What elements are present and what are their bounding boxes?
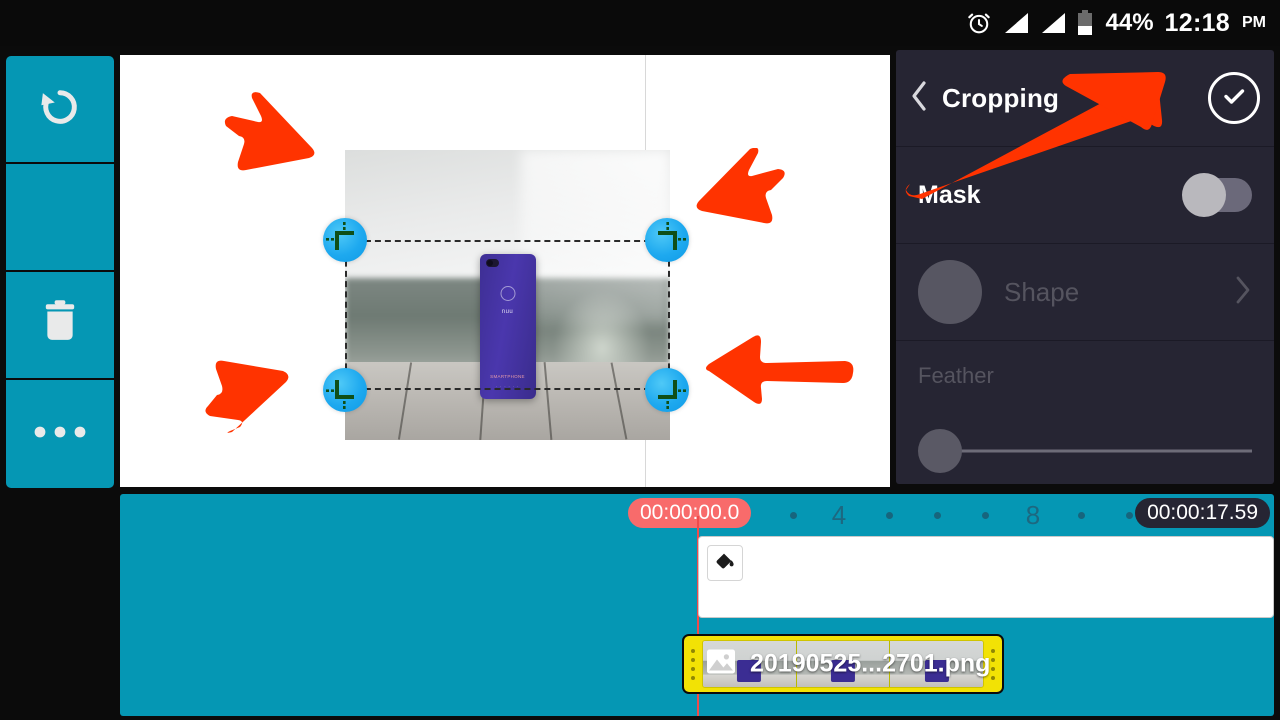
- mask-row[interactable]: Mask: [896, 147, 1274, 244]
- check-circle-icon: [1219, 81, 1249, 116]
- crop-selection-rectangle[interactable]: [345, 240, 670, 390]
- signal-bars-icon: [1040, 12, 1066, 34]
- shape-row[interactable]: Shape: [896, 244, 1274, 341]
- battery-percent: 44%: [1105, 9, 1154, 36]
- tool-rail-group-primary: [6, 56, 114, 488]
- undo-icon: [34, 81, 86, 138]
- total-time-badge: 00:00:17.59: [1135, 498, 1270, 528]
- clip-thumbnails: [702, 640, 984, 688]
- delete-button[interactable]: [6, 272, 114, 380]
- more-button[interactable]: [6, 380, 114, 488]
- crop-handle-top-right[interactable]: [645, 218, 689, 262]
- status-bar: 44% 12:18 PM: [0, 0, 1280, 46]
- timeline: 4 8 00:00:00.0 00:00:17.59 20190525...27…: [0, 490, 1280, 720]
- back-button[interactable]: [896, 80, 942, 117]
- mask-toggle[interactable]: [1182, 173, 1252, 217]
- cropping-panel: Cropping Mask Shape Feather: [896, 50, 1274, 484]
- app-root: 44% 12:18 PM nuu SMARTPHONE · · · · · · …: [0, 0, 1280, 720]
- chevron-right-icon: [1234, 275, 1252, 310]
- alarm-clock-icon: [966, 10, 992, 36]
- ruler-tick-label: 4: [831, 500, 847, 530]
- feather-label: Feather: [918, 363, 994, 388]
- mask-label: Mask: [918, 180, 981, 209]
- undo-button[interactable]: [6, 56, 114, 164]
- confirm-button[interactable]: [1208, 72, 1260, 124]
- paint-bucket-icon: [713, 549, 737, 578]
- signal-bars-icon: [1003, 12, 1029, 34]
- crop-handle-bottom-right[interactable]: [645, 368, 689, 412]
- shape-label: Shape: [1004, 276, 1080, 307]
- clock-meridiem: PM: [1242, 14, 1266, 31]
- more-horizontal-icon: [33, 425, 87, 444]
- page-title: Cropping: [942, 82, 1060, 113]
- clock-time: 12:18: [1164, 8, 1230, 37]
- timeline-clip[interactable]: 20190525...2701.png: [682, 634, 1004, 694]
- panel-header: Cropping: [896, 50, 1274, 147]
- shape-preview-circle: [918, 260, 982, 324]
- clip-handle-right[interactable]: [984, 636, 1002, 692]
- battery-icon: [1077, 10, 1093, 36]
- crop-handle-top-left[interactable]: [323, 218, 367, 262]
- feather-slider[interactable]: [918, 429, 1252, 473]
- preview-canvas[interactable]: nuu SMARTPHONE · · · · · ·: [120, 55, 890, 487]
- trash-icon: [37, 298, 83, 353]
- ruler-tick-label: 8: [1025, 500, 1041, 530]
- fill-color-button[interactable]: [707, 545, 743, 581]
- empty-slot[interactable]: [6, 164, 114, 272]
- feather-section: Feather: [896, 341, 1274, 473]
- feather-slider-thumb[interactable]: [918, 429, 962, 473]
- crop-handle-bottom-left[interactable]: [323, 368, 367, 412]
- timeline-body[interactable]: 4 8 00:00:00.0 00:00:17.59 20190525...27…: [120, 494, 1274, 716]
- clip-handle-left[interactable]: [684, 636, 702, 692]
- current-time-badge: 00:00:00.0: [628, 498, 752, 528]
- mask-toggle-thumb: [1182, 173, 1226, 217]
- background-track[interactable]: [698, 536, 1274, 618]
- feather-slider-track: [936, 449, 1252, 453]
- chevron-left-icon: [909, 80, 929, 117]
